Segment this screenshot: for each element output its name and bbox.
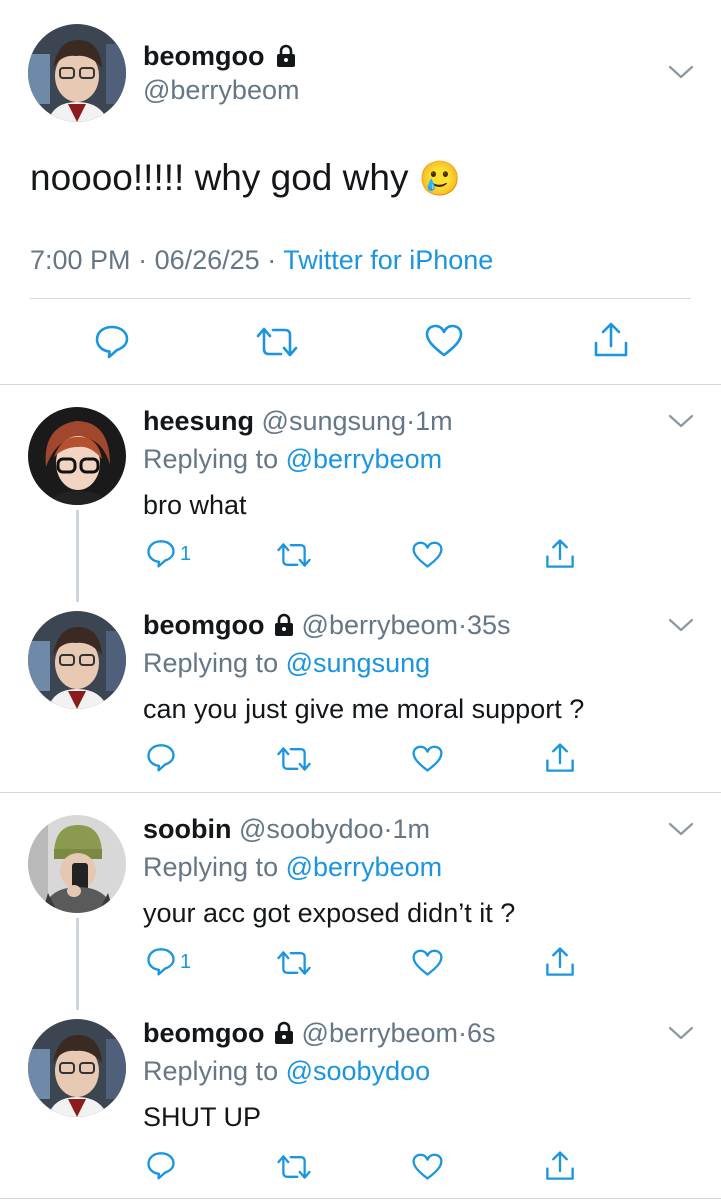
retweet-icon — [277, 1155, 311, 1179]
heart-icon — [412, 541, 443, 568]
divider — [0, 792, 721, 793]
avatar[interactable] — [28, 611, 126, 709]
retweet-button[interactable] — [276, 1153, 312, 1181]
handle[interactable]: @berrybeom — [302, 1018, 458, 1048]
like-button[interactable] — [412, 1153, 443, 1181]
reply-count: 1 — [180, 951, 192, 973]
divider — [0, 1198, 721, 1199]
tweet-date: 06/26/25 — [154, 245, 260, 275]
reply-icon — [95, 325, 129, 359]
replying-to-link[interactable]: @berrybeom — [286, 852, 442, 882]
display-name[interactable]: beomgoo — [143, 41, 265, 71]
heart-icon — [412, 745, 443, 772]
smiling-tear-emoji: 🥲 — [418, 160, 462, 198]
handle[interactable]: @berrybeom — [143, 74, 299, 106]
like-button[interactable] — [425, 324, 463, 358]
divider — [0, 384, 721, 385]
tweet-age: 1m — [392, 814, 431, 844]
reply-icon — [147, 1152, 175, 1180]
share-button[interactable] — [544, 1150, 576, 1182]
tweet-age: 1m — [415, 406, 453, 436]
like-button[interactable] — [412, 541, 443, 569]
reply-text: bro what — [143, 490, 247, 520]
avatar[interactable] — [28, 407, 126, 505]
reply-button[interactable] — [146, 1150, 176, 1180]
heart-icon — [412, 1153, 443, 1180]
tweet-age: 6s — [467, 1018, 496, 1048]
retweet-icon — [277, 747, 311, 771]
share-icon — [546, 743, 574, 772]
reply-text: your acc got exposed didn’t it ? — [143, 898, 516, 928]
share-icon — [546, 539, 574, 568]
like-button[interactable] — [412, 949, 443, 977]
chevron-down-icon[interactable] — [668, 617, 694, 633]
heart-icon — [412, 949, 443, 976]
reply-icon — [147, 948, 175, 976]
share-button[interactable] — [592, 321, 630, 359]
display-name[interactable]: heesung — [143, 406, 254, 436]
replying-to-label: Replying to — [143, 648, 279, 678]
replying-to-label: Replying to — [143, 852, 279, 882]
reply-icon — [147, 540, 175, 568]
separator: · — [267, 245, 277, 275]
reply-text: can you just give me moral support ? — [143, 694, 585, 724]
share-icon — [546, 947, 574, 976]
retweet-button[interactable] — [276, 949, 312, 977]
reply-button[interactable] — [146, 946, 176, 976]
share-icon — [594, 322, 628, 357]
avatar[interactable] — [28, 815, 126, 913]
display-name[interactable]: beomgoo — [143, 1018, 265, 1048]
replying-to-link[interactable]: @sungsung — [286, 648, 431, 678]
divider — [30, 298, 691, 299]
reply-button[interactable] — [146, 538, 176, 568]
chevron-down-icon[interactable] — [668, 1025, 694, 1041]
lock-icon — [275, 613, 294, 636]
separator: · — [138, 245, 148, 275]
reply-button[interactable] — [146, 742, 176, 772]
retweet-button[interactable] — [276, 541, 312, 569]
chevron-down-icon[interactable] — [668, 413, 694, 429]
display-name[interactable]: soobin — [143, 814, 232, 844]
replying-to-label: Replying to — [143, 444, 279, 474]
thread-line — [76, 918, 79, 1010]
tweet-age: 35s — [467, 610, 511, 640]
retweet-icon — [256, 327, 298, 357]
share-icon — [546, 1151, 574, 1180]
lock-icon — [275, 1021, 294, 1044]
lock-icon — [277, 44, 296, 67]
share-button[interactable] — [544, 946, 576, 978]
reply-button[interactable] — [94, 323, 130, 359]
reply-text: SHUT UP — [143, 1102, 262, 1132]
replying-to-link[interactable]: @soobydoo — [286, 1056, 431, 1086]
retweet-icon — [277, 543, 311, 567]
share-button[interactable] — [544, 742, 576, 774]
avatar[interactable] — [28, 24, 126, 122]
chevron-down-icon[interactable] — [668, 64, 694, 80]
retweet-button[interactable] — [276, 745, 312, 773]
display-name[interactable]: beomgoo — [143, 610, 265, 640]
handle[interactable]: @soobydoo — [239, 814, 384, 844]
handle[interactable]: @sungsung — [262, 406, 407, 436]
thread-line — [76, 510, 79, 602]
heart-icon — [425, 324, 463, 357]
handle[interactable]: @berrybeom — [302, 610, 458, 640]
replying-to-label: Replying to — [143, 1056, 279, 1086]
tweet-source-link[interactable]: Twitter for iPhone — [283, 245, 493, 275]
tweet-time: 7:00 PM — [30, 245, 131, 275]
retweet-icon — [277, 951, 311, 975]
reply-count: 1 — [180, 543, 192, 565]
reply-icon — [147, 744, 175, 772]
chevron-down-icon[interactable] — [668, 821, 694, 837]
like-button[interactable] — [412, 745, 443, 773]
avatar[interactable] — [28, 1019, 126, 1117]
share-button[interactable] — [544, 538, 576, 570]
retweet-button[interactable] — [255, 325, 299, 359]
replying-to-link[interactable]: @berrybeom — [286, 444, 442, 474]
tweet-text: noooo!!!!! why god why — [30, 157, 409, 198]
